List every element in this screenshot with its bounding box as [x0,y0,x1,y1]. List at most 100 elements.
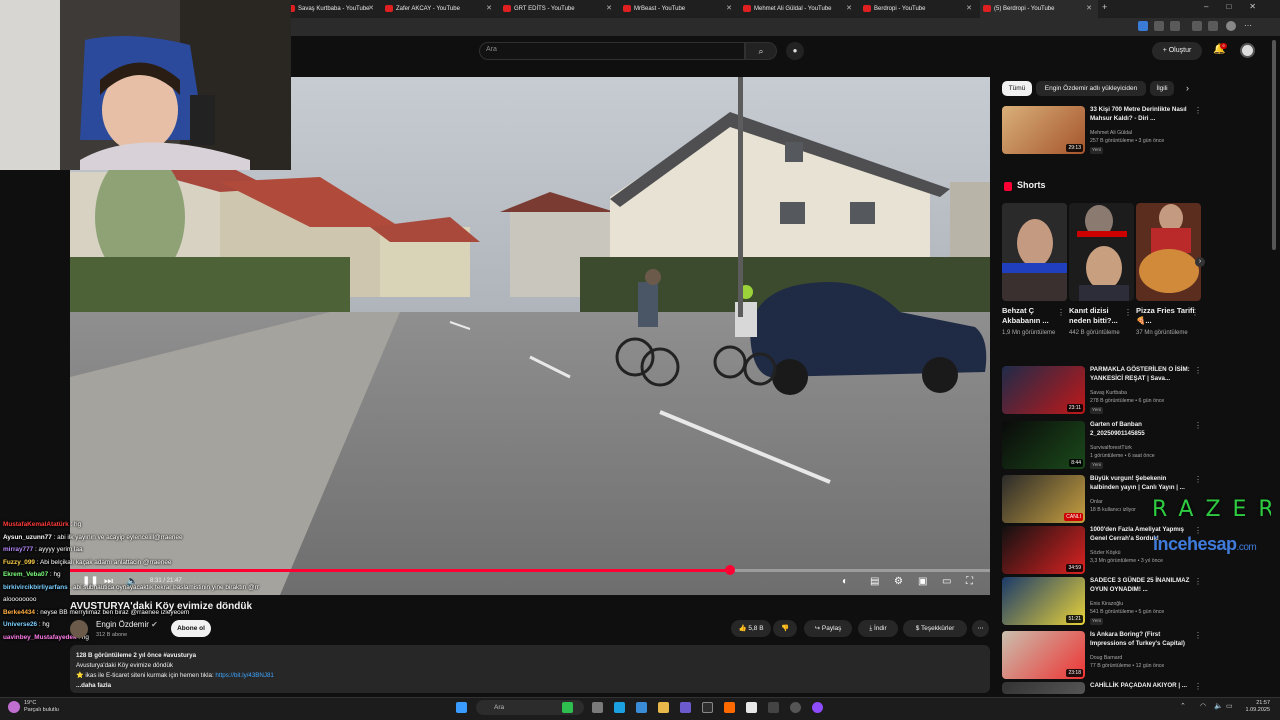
close-icon[interactable]: ✕ [606,0,612,18]
kebab-menu-icon[interactable]: ⋮ [1194,682,1202,691]
kebab-menu-icon[interactable]: ⋮ [1194,421,1202,430]
short-title[interactable]: Behzat Ç Akbabanın ... [1002,306,1062,326]
kebab-menu-icon[interactable]: ⋮ [1194,475,1202,484]
recommended-video[interactable]: CAHİLLİK PAÇADAN AKIYOR | ... ⋮ [1002,682,1202,694]
video-title[interactable]: CAHİLLİK PAÇADAN AKIYOR | ... [1090,682,1192,691]
bookmark-star-icon[interactable] [1170,21,1180,31]
volume-tray-icon[interactable]: 🔈 [1214,702,1223,710]
video-channel[interactable]: Enis Kirazoğlu [1090,601,1123,607]
app-icon[interactable] [746,702,757,713]
chevron-right-icon[interactable]: › [1186,83,1189,93]
channel-avatar[interactable] [70,620,88,638]
extension-icon[interactable] [1154,21,1164,31]
video-channel[interactable]: Savaş Kurtbaba [1090,390,1127,396]
recommended-video[interactable]: 23:11 PARMAKLA GÖSTERİLEN O İSİM: YANKESİ… [1002,366,1202,414]
kebab-menu-icon[interactable]: ⋮ [1194,577,1202,586]
show-more-link[interactable]: ...daha fazla [76,681,984,691]
progress-scrubber[interactable] [724,565,735,575]
recommended-video[interactable]: 29:13 33 Kişi 700 Metre Derinlikte Nasıl … [1002,106,1202,154]
more-actions-button[interactable]: ⋯ [972,620,989,637]
subscribe-button[interactable]: Abone ol [171,620,211,637]
wifi-icon[interactable]: ◠ [1200,702,1206,710]
short-thumbnail[interactable] [1069,203,1134,301]
browser-tab[interactable]: MrBeast - YouTube ✕ [620,0,738,18]
new-tab-icon[interactable]: + [1102,2,1107,12]
video-title[interactable]: 33 Kişi 700 Metre Derinlikte Nasıl Mahsu… [1090,106,1192,123]
thanks-button[interactable]: $ Teşekkürler [903,620,967,637]
mic-button[interactable]: ● [786,42,804,60]
video-thumbnail[interactable]: 23:18 [1002,631,1085,679]
recommended-video[interactable]: 51:21 SADECE 3 GÜNDE 25 İNANILMAZ OYUN OY… [1002,577,1202,625]
translate-icon[interactable] [1138,21,1148,31]
video-title[interactable]: Büyük vurgun! Şebekenin kalbinden yayın … [1090,475,1192,492]
video-thumbnail[interactable]: 34:59 [1002,526,1085,574]
kebab-menu-icon[interactable]: ⋮ [1194,366,1202,375]
task-view-icon[interactable] [592,702,603,713]
close-icon[interactable]: ✕ [486,0,492,18]
browser-tab[interactable]: Berdropi - YouTube ✕ [860,0,978,18]
file-explorer-icon[interactable] [658,702,669,713]
system-clock[interactable]: 21:57 1.09.2025 [1240,700,1270,714]
video-title[interactable]: Is Ankara Boring? (First Impressions of … [1090,631,1192,648]
browser-tab[interactable]: Mehmet Ali Güldal - YouTube ✕ [740,0,858,18]
app-icon[interactable] [812,702,823,713]
recommended-video[interactable]: 8:44 Garten of Banban 2_20250901145855 Sur… [1002,421,1202,469]
dislike-button[interactable]: 👎 [773,620,797,637]
short-thumbnail[interactable] [1136,203,1201,301]
video-thumbnail[interactable]: 23:11 [1002,366,1085,414]
browser-tab-active[interactable]: (5) Berdropi - YouTube ✕ [980,0,1098,18]
shorts-next-icon[interactable]: › [1195,257,1205,267]
video-title[interactable]: PARMAKLA GÖSTERİLEN O İSİM: YANKESİCİ RE… [1090,366,1192,383]
kebab-menu-icon[interactable]: ⋮ [1191,308,1199,317]
video-channel[interactable]: Sözler Köşkü [1090,550,1121,556]
video-thumbnail[interactable] [1002,682,1085,694]
kebab-menu-icon[interactable]: ⋮ [1194,106,1202,115]
tray-chevron-icon[interactable]: ⌃ [1180,702,1186,710]
kebab-menu-icon[interactable]: ⋮ [1194,631,1202,640]
theater-mode-icon[interactable]: ▭ [942,576,951,587]
favorites-icon[interactable] [1208,21,1218,31]
search-button[interactable]: ⌕ [745,42,777,60]
video-thumbnail[interactable]: 51:21 [1002,577,1085,625]
close-icon[interactable]: ✕ [966,0,972,18]
app-icon[interactable] [562,702,573,713]
chip-from-uploader[interactable]: Engin Özdemir adlı yükleyiciden [1036,81,1146,96]
like-button[interactable]: 👍 5,8 B [731,620,771,637]
app-icon[interactable] [790,702,801,713]
browser-tab[interactable]: GRT EDİTS - YouTube ✕ [500,0,618,18]
chip-all[interactable]: Tümü [1002,81,1032,96]
browser-tab[interactable]: Zafer AKCAY - YouTube ✕ [382,0,498,18]
description-link[interactable]: https://bit.ly/43BNJ81 [215,672,273,679]
weather-icon[interactable] [8,701,20,713]
app-icon[interactable] [702,702,713,713]
app-icon[interactable] [724,702,735,713]
description-box[interactable]: 128 B görüntüleme 2 yıl önce #avusturya … [70,645,990,693]
video-title[interactable]: Garten of Banban 2_20250901145855 [1090,421,1192,438]
subtitles-icon[interactable]: ▤ [870,576,879,587]
app-icon[interactable] [636,702,647,713]
create-button[interactable]: + Oluştur [1152,42,1202,60]
kebab-menu-icon[interactable]: ⋮ [1124,308,1132,317]
video-thumbnail[interactable]: 29:13 [1002,106,1085,154]
fullscreen-icon[interactable]: ⛶ [966,576,973,587]
close-icon[interactable]: ✕ [368,0,374,18]
video-channel[interactable]: SurvivalforestTürk [1090,445,1132,451]
autoplay-toggle-icon[interactable]: ◐ [842,576,848,587]
video-title[interactable]: SADECE 3 GÜNDE 25 İNANILMAZ OYUN OYNADIM… [1090,577,1192,594]
share-button[interactable]: ↪ Paylaş [804,620,852,637]
short-thumbnail[interactable] [1002,203,1067,301]
video-thumbnail[interactable]: 8:44 [1002,421,1085,469]
kebab-menu-icon[interactable]: ⋮ [1057,308,1065,317]
video-channel[interactable]: Mehmet Ali Güldal [1090,130,1132,136]
edge-icon[interactable] [614,702,625,713]
short-title[interactable]: Kanıt dizisi neden bitti?... [1069,306,1129,326]
battery-icon[interactable]: ▭ [1226,702,1233,710]
chip-related[interactable]: İlgili [1150,81,1174,96]
video-channel[interactable]: Doug Barnard [1090,655,1122,661]
recommended-video[interactable]: 23:18 Is Ankara Boring? (First Impression… [1002,631,1202,679]
weather-widget[interactable]: 19°C Parçalı bulutlu [24,700,59,714]
window-controls[interactable]: –□✕ [1204,2,1274,11]
scrollbar-thumb[interactable] [1272,40,1276,250]
miniplayer-icon[interactable]: ▣ [918,576,927,587]
split-view-icon[interactable] [1192,21,1202,31]
